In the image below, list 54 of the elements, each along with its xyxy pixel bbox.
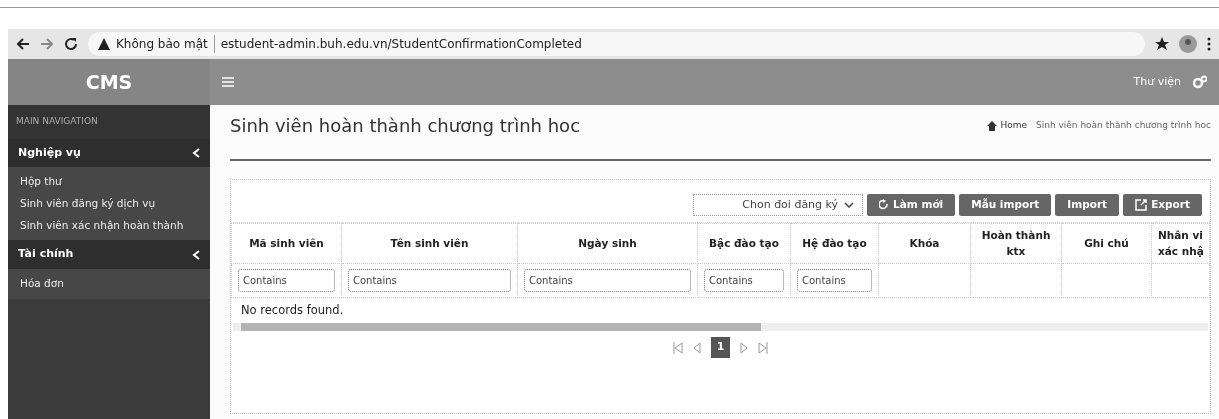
export-button[interactable]: Export [1123, 193, 1202, 217]
refresh-button[interactable]: Làm mới [867, 193, 956, 217]
sidebar-item[interactable]: Sinh viên đăng ký dịch vụ [8, 192, 210, 215]
chevron-left-icon[interactable] [192, 147, 200, 158]
address-bar[interactable]: Không bảo mật estudent-admin.buh.edu.vn/StudentConfirmationCompleted [88, 32, 1145, 56]
sidebar-item[interactable]: Sinh viên xác nhận hoàn thành [8, 214, 210, 237]
column-header: Ghi chú [1061, 223, 1152, 264]
column-header: Nhân vi xác nhậ [1151, 223, 1210, 264]
reload-icon[interactable] [64, 37, 78, 51]
url-text: estudent-admin.buh.edu.vn/StudentConfirmationCompleted [213, 35, 582, 53]
page-title: Sinh viên hoàn thành chương trình hoc [230, 115, 581, 137]
chevron-down-icon [844, 201, 855, 208]
avatar-icon[interactable] [1179, 35, 1197, 53]
star-icon[interactable] [1155, 37, 1169, 51]
sidebar-group-item[interactable]: Nghiệp vụ [18, 144, 81, 161]
column-header: Khóa [878, 223, 971, 264]
security-label: Không bảo mật [116, 36, 208, 53]
column-header: Mã sinh viên [231, 223, 342, 264]
app-logo: CMS [8, 59, 210, 105]
horizontal-scrollbar[interactable] [233, 323, 1208, 332]
home-icon [987, 120, 998, 131]
next-page-icon[interactable] [740, 341, 749, 354]
settings-icon[interactable] [1193, 75, 1207, 89]
sidebar-group-item[interactable]: Tài chính [18, 246, 74, 263]
column-header: Hoàn thành ktx [970, 223, 1062, 264]
nav-section-label: MAIN NAVIGATION [8, 105, 210, 139]
action-button[interactable]: Import [1055, 193, 1120, 217]
empty-message: No records found. [240, 302, 345, 320]
column-header: Bậc đào tạo [697, 223, 791, 264]
more-icon[interactable] [1207, 37, 1211, 51]
filter-field[interactable]: Contains [238, 269, 335, 293]
column-header: Tên sinh viên [341, 223, 518, 264]
refresh-icon [879, 198, 890, 211]
action-button[interactable]: Mẫu import [959, 193, 1052, 217]
previous-page-icon[interactable] [692, 341, 701, 354]
export-icon [1135, 198, 1148, 211]
filter-field[interactable]: Contains [704, 269, 784, 293]
column-header: Hệ đào tạo [790, 223, 879, 264]
filter-field[interactable]: Contains [524, 269, 691, 293]
last-page-icon[interactable] [758, 341, 769, 354]
warning-icon [98, 38, 110, 50]
back-icon[interactable] [16, 37, 30, 51]
menu-icon[interactable] [222, 77, 234, 87]
filter-select[interactable]: Chon đoi đăng ký [693, 193, 864, 217]
chevron-left-icon[interactable] [192, 249, 200, 260]
first-page-icon[interactable] [672, 341, 683, 354]
breadcrumb-link[interactable]: Home [1000, 119, 1027, 133]
filter-field[interactable]: Contains [797, 269, 872, 293]
forward-icon[interactable] [40, 37, 54, 51]
column-header: Ngày sinh [517, 223, 698, 264]
filter-field[interactable]: Contains [348, 269, 511, 293]
breadcrumb-current: Sinh viên hoàn thành chương trình hoc [1035, 119, 1211, 133]
sidebar-item[interactable]: Hộp thư [8, 171, 210, 193]
page-button[interactable]: 1 [710, 337, 731, 358]
